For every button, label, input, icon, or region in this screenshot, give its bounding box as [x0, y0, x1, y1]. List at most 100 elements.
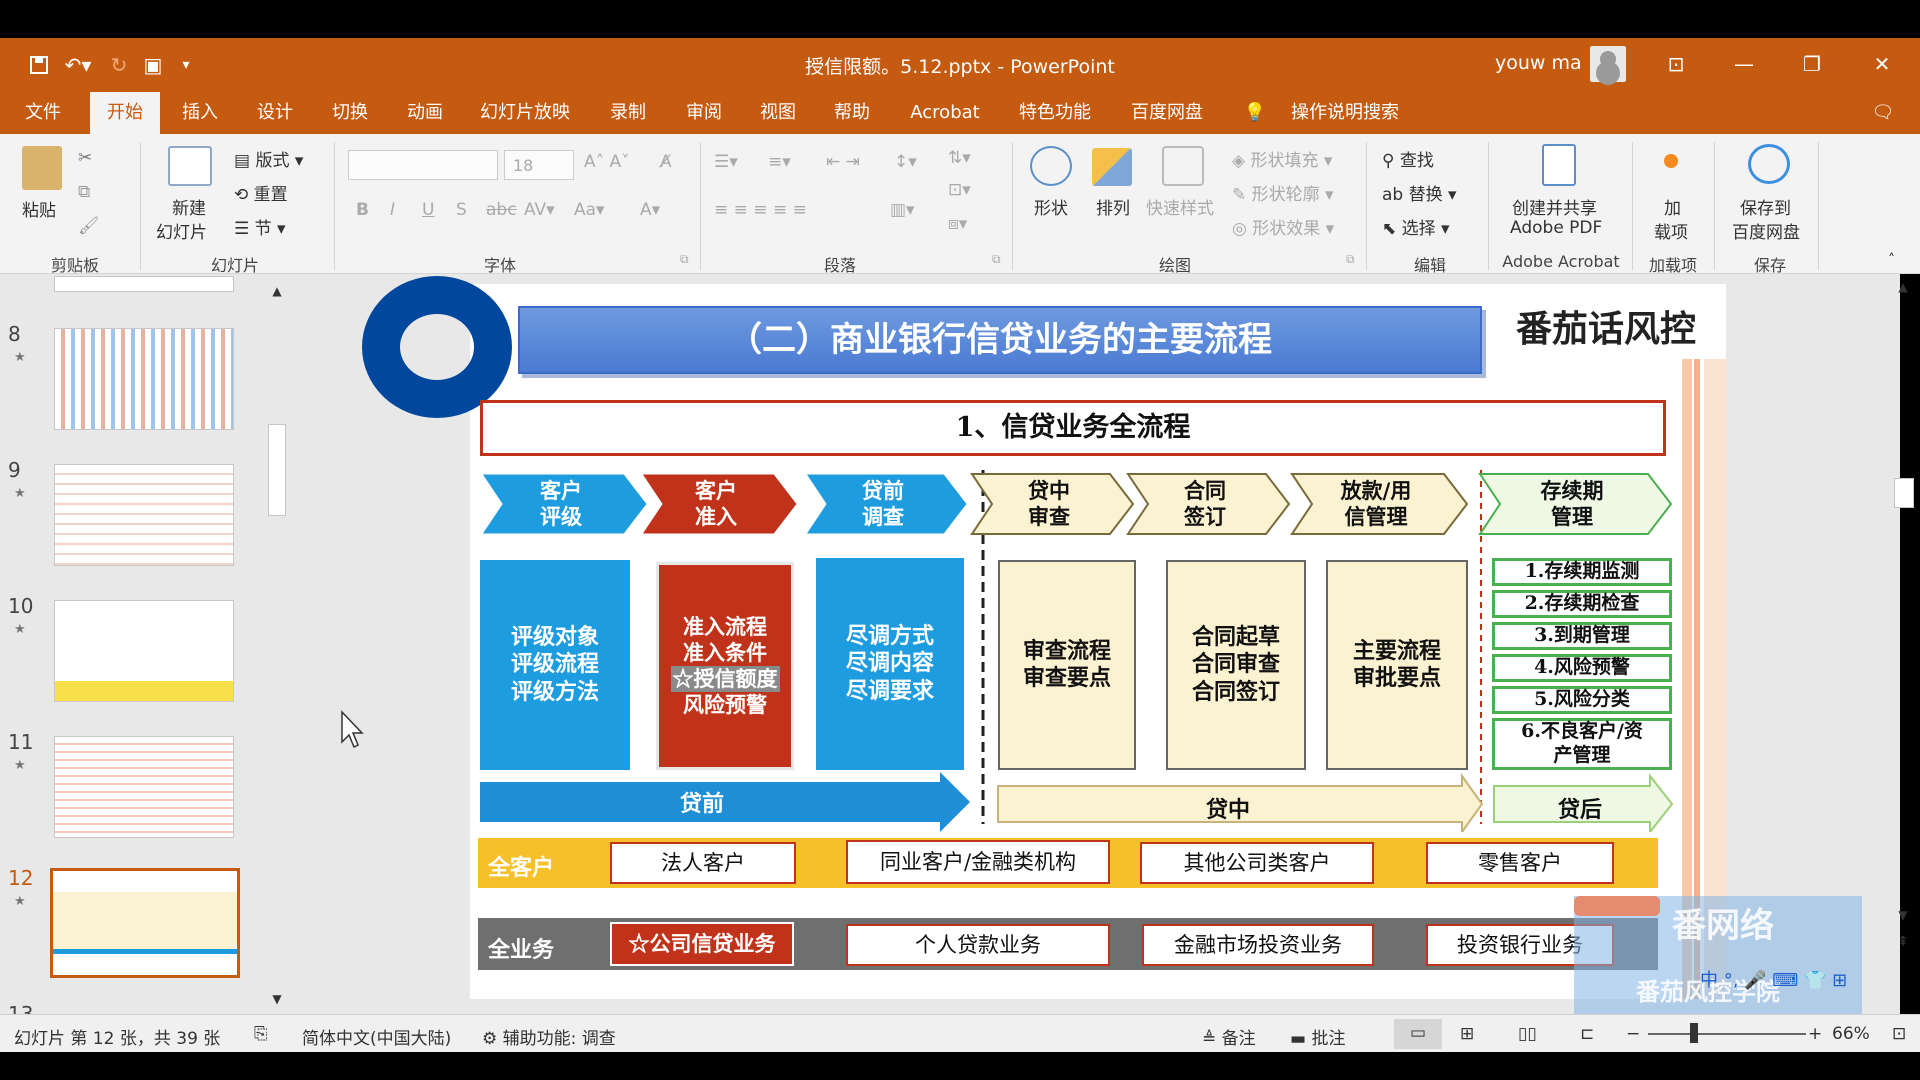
shadow-icon[interactable]: S — [456, 200, 467, 220]
reading-view-icon[interactable]: ▯▯ — [1518, 1024, 1537, 1044]
tab-review[interactable]: 审阅 — [674, 92, 734, 134]
change-case-icon[interactable]: Aa▾ — [574, 200, 605, 220]
collapse-ribbon-icon[interactable]: ˄ — [1888, 252, 1895, 268]
notes-button[interactable]: ≜ 备注 — [1202, 1024, 1256, 1049]
tab-file[interactable]: 文件 — [14, 92, 72, 134]
layout-button[interactable]: ▤ 版式 ▾ — [234, 146, 303, 171]
customize-toolbar-icon[interactable]: ▾ — [174, 52, 198, 78]
adobe-pdf-icon[interactable] — [1542, 144, 1576, 186]
save-icon[interactable] — [24, 52, 54, 78]
line-spacing-icon[interactable]: ↕▾ — [894, 152, 917, 172]
tab-transitions[interactable]: 切换 — [320, 92, 380, 134]
paste-icon[interactable] — [22, 146, 62, 190]
tab-help[interactable]: 帮助 — [822, 92, 882, 134]
cut-icon[interactable]: ✂ — [78, 148, 92, 168]
quick-styles-icon[interactable] — [1162, 146, 1204, 186]
zoom-in-icon[interactable]: + — [1808, 1024, 1822, 1044]
tab-special-features[interactable]: 特色功能 — [1010, 92, 1100, 134]
indent-icons[interactable]: ⇤ ⇥ — [826, 152, 860, 172]
tell-me-search[interactable]: 操作说明搜索 — [1280, 92, 1410, 134]
shapes-icon[interactable] — [1030, 146, 1072, 186]
slide-thumbnail[interactable] — [54, 736, 234, 838]
editor-scroll-up-icon[interactable]: ▲ — [1892, 280, 1914, 302]
new-slide-icon[interactable] — [168, 146, 212, 186]
font-dialog-launcher-icon[interactable]: ⧉ — [680, 252, 689, 267]
tab-baidu-netdisk[interactable]: 百度网盘 — [1122, 92, 1212, 134]
quick-styles-button[interactable]: 快速样式 — [1146, 194, 1214, 219]
character-spacing-icon[interactable]: AV▾ — [524, 200, 555, 220]
addins-label-2[interactable]: 载项 — [1654, 218, 1688, 243]
close-button[interactable]: ✕ — [1862, 48, 1902, 80]
slide-thumbnail[interactable] — [54, 600, 234, 702]
slide-canvas[interactable]: （二）商业银行信贷业务的主要流程 番茄话风控 1、信贷业务全流程 评级对象 评级… — [362, 276, 1726, 999]
section-button[interactable]: ☰ 节 ▾ — [234, 214, 286, 239]
zoom-slider-track[interactable] — [1648, 1033, 1806, 1035]
replace-button[interactable]: ab 替换 ▾ — [1382, 180, 1457, 205]
font-size-box[interactable]: 18 — [504, 150, 574, 180]
tab-home[interactable]: 开始 — [90, 92, 160, 134]
minimize-button[interactable]: — — [1724, 48, 1764, 80]
increase-font-icon[interactable]: A˄ A˅ — [584, 152, 630, 172]
format-painter-icon[interactable]: 🖌 — [78, 216, 100, 236]
copy-icon[interactable]: ⧉ — [78, 182, 90, 202]
language-indicator[interactable]: 简体中文(中国大陆) — [302, 1024, 451, 1049]
ime-toolbar-icons[interactable]: 中 °, 🎤 ⌨ 👕 ⊞ — [1700, 966, 1847, 992]
fit-to-window-icon[interactable]: ⊡ — [1892, 1024, 1906, 1044]
comment-icon[interactable]: 🗨 — [1866, 92, 1900, 134]
arrange-button[interactable]: 排列 — [1096, 194, 1130, 219]
underline-icon[interactable]: U — [422, 200, 434, 220]
new-slide-label-2[interactable]: 幻灯片 — [156, 218, 207, 243]
tab-insert[interactable]: 插入 — [170, 92, 230, 134]
normal-view-icon[interactable]: ▭ — [1394, 1019, 1442, 1049]
shape-effects-button[interactable]: ◎ 形状效果 ▾ — [1232, 214, 1334, 239]
tab-design[interactable]: 设计 — [245, 92, 305, 134]
font-color-icon[interactable]: A▾ — [640, 200, 660, 220]
text-direction-icon[interactable]: ⇅▾ — [948, 148, 971, 168]
avatar[interactable] — [1590, 46, 1626, 82]
baidu-cloud-icon[interactable] — [1748, 144, 1790, 184]
comments-button[interactable]: ▬ 批注 — [1290, 1024, 1345, 1049]
bullets-icon[interactable]: ☰▾ — [714, 152, 738, 172]
paste-button[interactable]: 粘贴 — [22, 196, 56, 221]
accessibility-button[interactable]: ⚙ 辅助功能: 调查 — [482, 1024, 616, 1049]
numbering-icon[interactable]: ≡▾ — [768, 152, 791, 172]
align-text-icon[interactable]: ⊡▾ — [948, 180, 971, 200]
addins-icon[interactable] — [1664, 154, 1678, 168]
shape-outline-button[interactable]: ✎ 形状轮廓 ▾ — [1232, 180, 1334, 205]
slide-thumbnail-current[interactable] — [50, 868, 240, 978]
tab-animations[interactable]: 动画 — [395, 92, 455, 134]
zoom-level[interactable]: 66% — [1832, 1024, 1870, 1044]
save-to-label-2[interactable]: 百度网盘 — [1732, 218, 1800, 243]
scroll-down-icon[interactable]: ▼ — [266, 988, 288, 1010]
smartart-icon[interactable]: ⧈▾ — [948, 214, 967, 234]
drawing-dialog-launcher-icon[interactable]: ⧉ — [1346, 252, 1355, 267]
slideshow-icon[interactable]: ⊏ — [1580, 1024, 1594, 1044]
spelling-icon[interactable]: ⎘ — [254, 1024, 268, 1044]
tab-record[interactable]: 录制 — [598, 92, 658, 134]
bold-icon[interactable]: B — [356, 200, 369, 220]
font-name-box[interactable] — [348, 150, 498, 180]
tab-view[interactable]: 视图 — [748, 92, 808, 134]
prev-slide-icon[interactable]: ⇞ — [1890, 934, 1916, 956]
tab-acrobat[interactable]: Acrobat — [900, 92, 990, 134]
restore-button[interactable]: ❐ — [1792, 48, 1832, 80]
undo-icon[interactable]: ↶▾ — [58, 52, 98, 78]
editor-scroll-down-icon[interactable]: ▼ — [1892, 908, 1914, 930]
create-pdf-label-2[interactable]: Adobe PDF — [1510, 218, 1602, 238]
shapes-button[interactable]: 形状 — [1034, 194, 1068, 219]
reset-button[interactable]: ⟲ 重置 — [234, 180, 288, 205]
strikethrough-icon[interactable]: abc — [486, 200, 517, 220]
zoom-out-icon[interactable]: − — [1626, 1024, 1640, 1044]
save-to-label-1[interactable]: 保存到 — [1740, 194, 1791, 219]
italic-icon[interactable]: I — [390, 200, 395, 220]
align-icons[interactable]: ≡ ≡ ≡ ≡ ≡ — [714, 200, 807, 220]
slide-sorter-icon[interactable]: ⊞ — [1460, 1024, 1474, 1044]
columns-icon[interactable]: ▥▾ — [890, 200, 915, 220]
slide-thumbnail[interactable] — [54, 328, 234, 430]
ribbon-display-options-icon[interactable]: ⊡ — [1656, 48, 1696, 80]
shape-fill-button[interactable]: ◈ 形状填充 ▾ — [1232, 146, 1332, 171]
create-pdf-label-1[interactable]: 创建并共享 — [1512, 194, 1597, 219]
present-from-start-icon[interactable]: ▣ — [138, 52, 168, 78]
zoom-slider-thumb[interactable] — [1690, 1023, 1698, 1043]
tab-slideshow[interactable]: 幻灯片放映 — [470, 92, 580, 134]
